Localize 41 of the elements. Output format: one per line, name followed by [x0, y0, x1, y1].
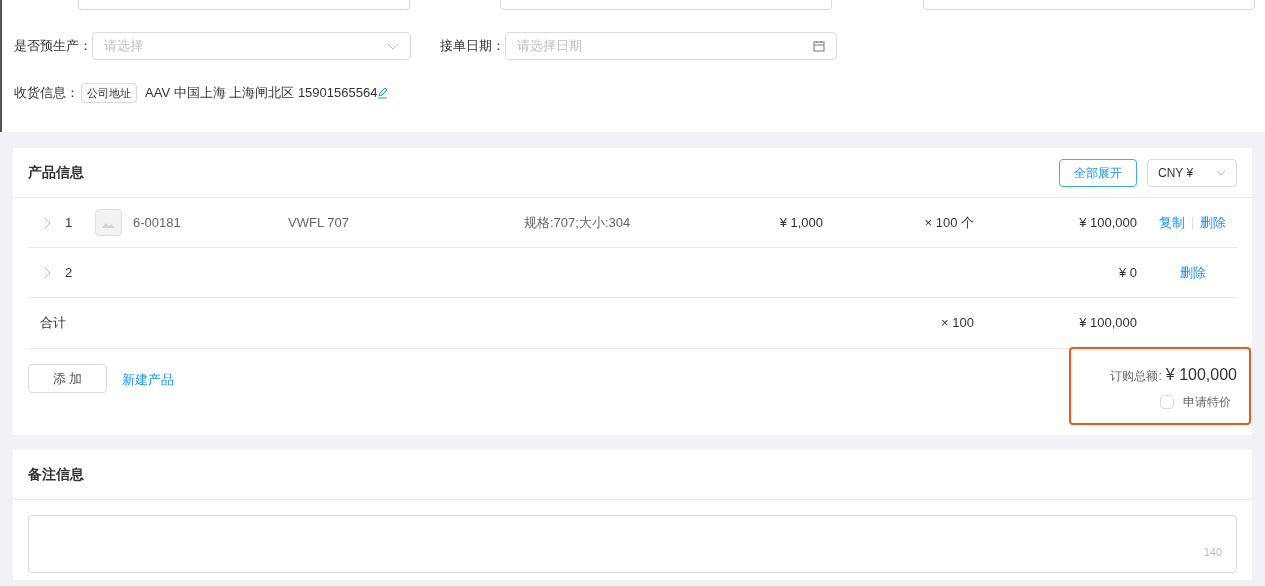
- date-field[interactable]: 请选择日期: [505, 32, 837, 60]
- line-total: ¥ 100,000: [1078, 213, 1137, 232]
- chevron-right-icon[interactable]: [43, 216, 51, 229]
- action-link[interactable]: 删除: [1180, 262, 1206, 283]
- section-title: 备注信息: [28, 465, 84, 484]
- action-link[interactable]: 删除: [1200, 212, 1226, 233]
- address-text: AAV 中国上海 上海闸北区 15901565564: [145, 84, 378, 103]
- currency-select[interactable]: CNY ¥: [1147, 158, 1237, 187]
- edit-icon[interactable]: [377, 87, 389, 99]
- summary-quantity: × 100: [940, 314, 974, 333]
- checkbox[interactable]: [1160, 395, 1174, 409]
- row-index: 1: [65, 213, 74, 232]
- character-counter: 140: [1203, 544, 1222, 560]
- add-button[interactable]: 添 加: [28, 364, 107, 393]
- checkbox-label: 申请特价: [1183, 394, 1231, 411]
- field-label: 是否预生产：: [14, 37, 92, 56]
- section-title: 产品信息: [28, 163, 84, 182]
- unit-price: ¥ 1,000: [778, 213, 823, 232]
- chevron-right-icon[interactable]: [43, 266, 51, 279]
- product-spec: 规格:707;大小:304: [524, 213, 632, 232]
- product-name: VWFL 707: [288, 213, 350, 232]
- line-total: ¥ 0: [1117, 263, 1137, 282]
- summary-total: ¥ 100,000: [1078, 314, 1137, 333]
- summary-label: 合计: [40, 314, 67, 333]
- currency-value: CNY ¥: [1158, 164, 1194, 182]
- chevron-down-icon: [1216, 169, 1226, 176]
- expand-all-button[interactable]: 全部展开: [1059, 158, 1137, 187]
- address-tag: 公司地址: [81, 83, 137, 103]
- action-link[interactable]: 复制: [1159, 212, 1185, 233]
- order-total-value: ¥ 100,000: [1165, 365, 1237, 385]
- new-product-link[interactable]: 新建产品: [122, 370, 174, 435]
- calendar-icon: [813, 40, 825, 52]
- field-label: 收货信息：: [14, 84, 79, 103]
- select-field[interactable]: 请选择: [92, 32, 411, 60]
- quantity: × 100 个: [923, 213, 974, 232]
- product-code: 6-00181: [133, 213, 182, 232]
- field-label: 接单日期：: [440, 37, 505, 56]
- remarks-textarea[interactable]: 140: [28, 515, 1237, 573]
- image-placeholder-icon: [95, 209, 122, 236]
- order-total-label: 订购总额:: [1110, 368, 1162, 385]
- row-index: 2: [65, 263, 74, 282]
